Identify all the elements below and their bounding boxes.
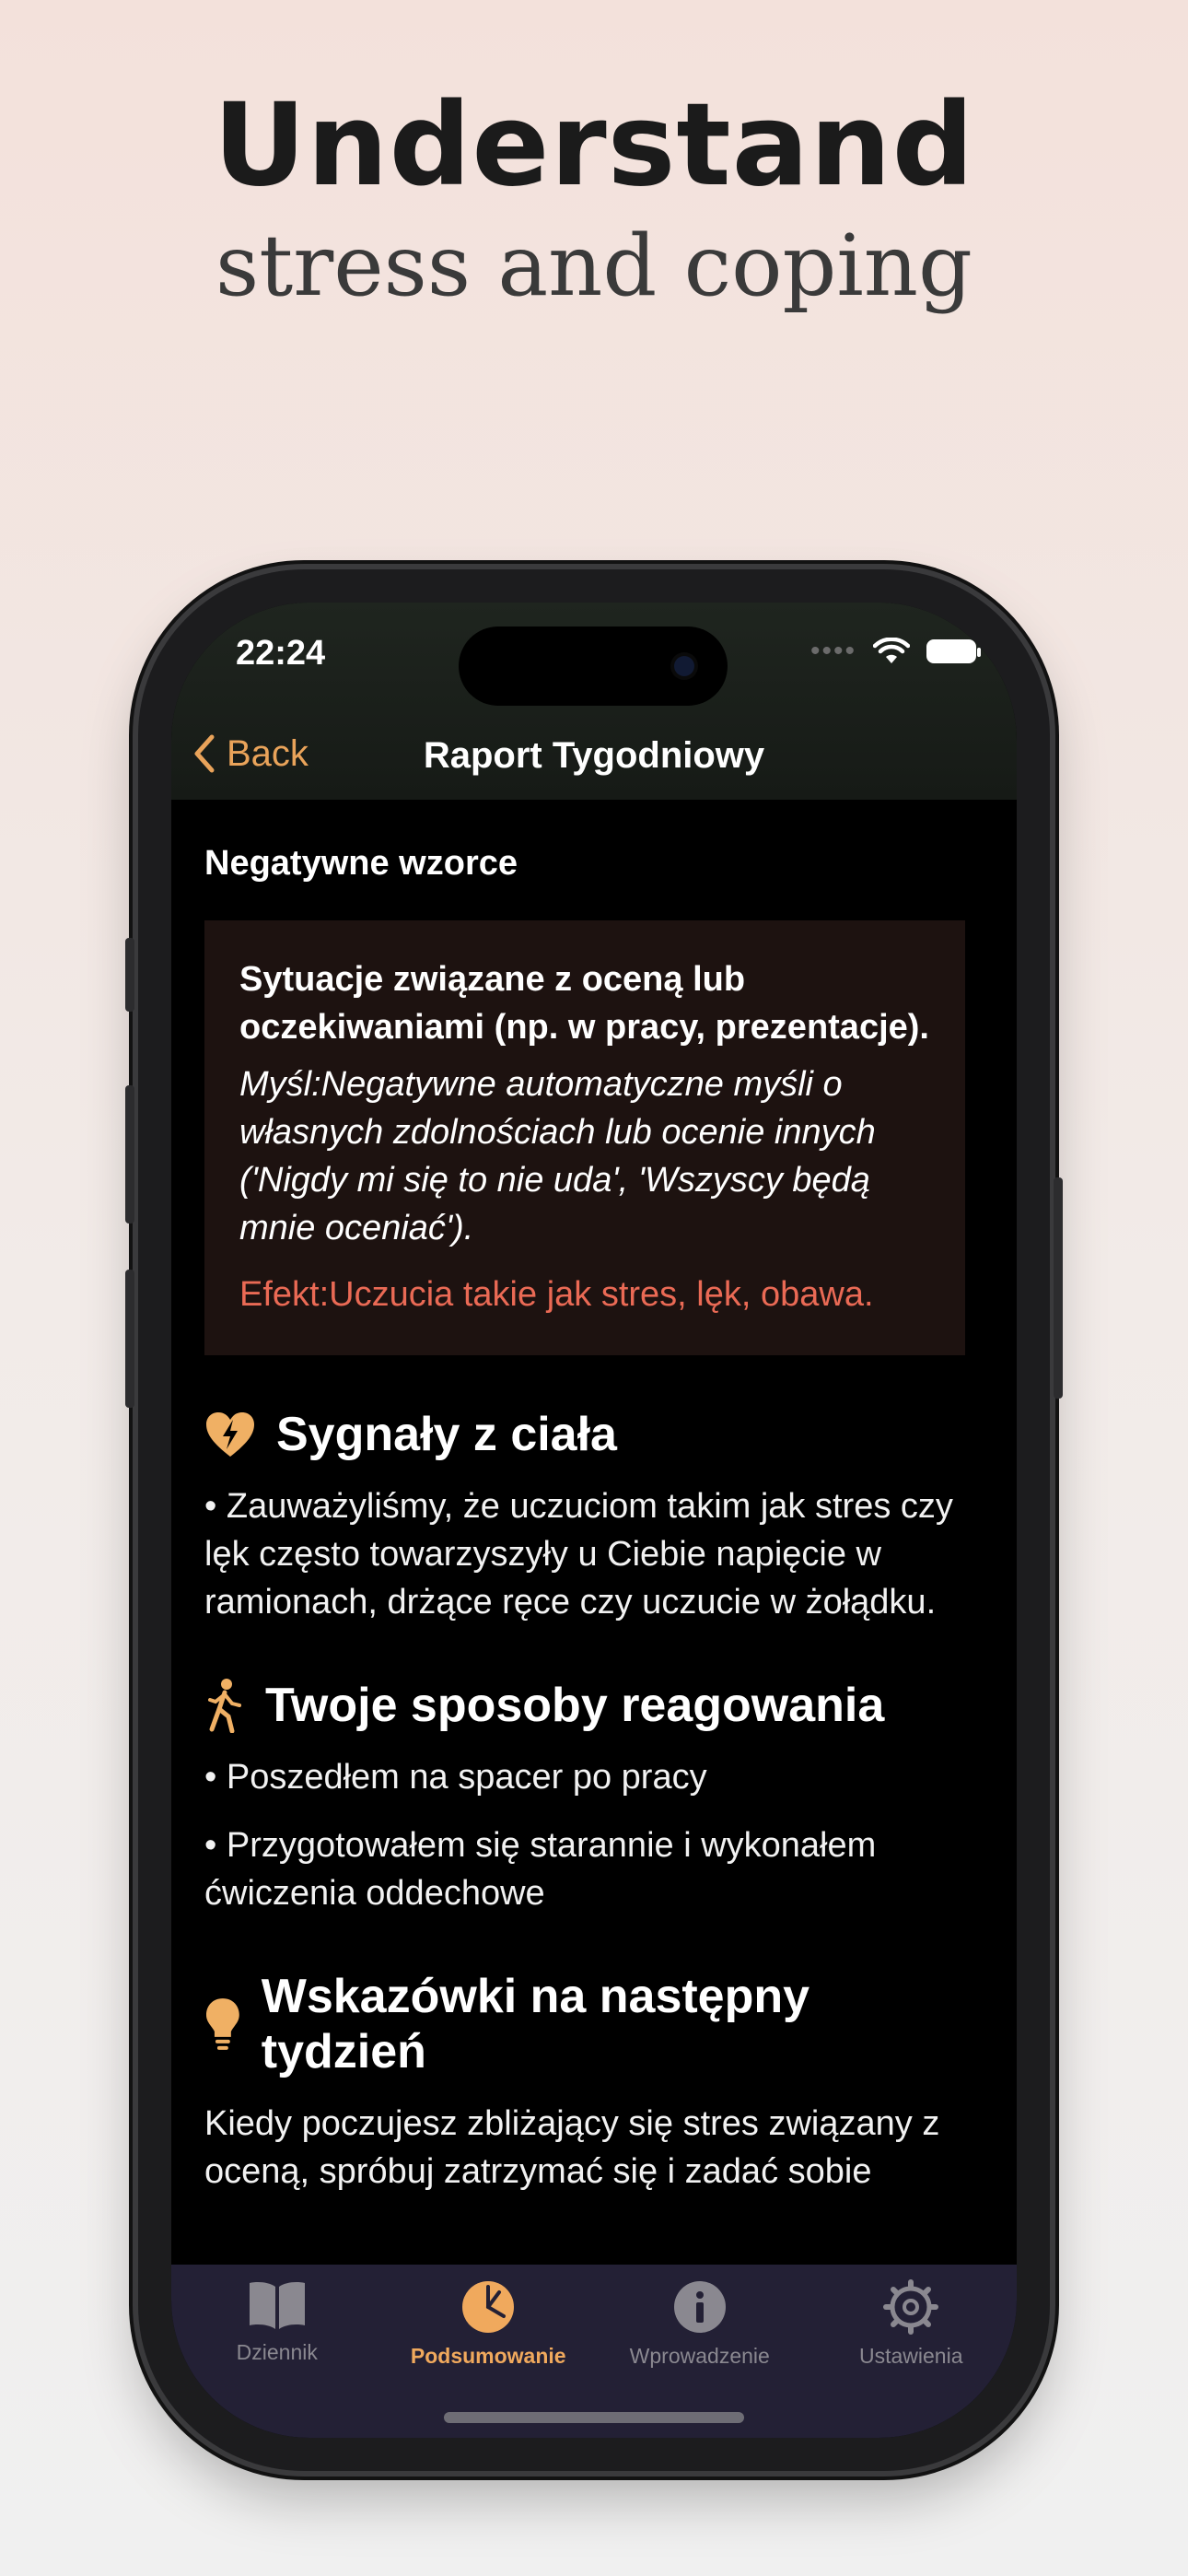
heart-bolt-icon [206,1412,254,1457]
signal-dots-icon: •••• [809,636,856,666]
hero-subtitle: stress and coping [215,217,973,315]
walking-figure-icon [208,1679,241,1733]
coping-header: Twoje sposoby reagowania [204,1678,984,1733]
pattern-effect: Efekt:Uczucia takie jak stres, lęk, obaw… [239,1275,874,1314]
hero-title: Understand [213,79,975,212]
coping-heading: Twoje sposoby reagowania [265,1679,885,1732]
pattern-card: Sytuacje związane z oceną lub oczekiwani… [204,920,965,1355]
status-icons: •••• [809,636,981,667]
body-signals-header: Sygnały z ciała [204,1407,984,1462]
tips-heading: Wskazówki na następny tydzień [261,1970,810,2078]
tab-dziennik[interactable]: Dziennik [171,2279,383,2438]
tips-text: Kiedy poczujesz zbliżający się stres zwi… [204,2104,940,2191]
tips-header: Wskazówki na następny tydzień [204,1969,984,2079]
volume-down-button [125,1270,134,1408]
tab-label: Wprowadzenie [629,2344,770,2368]
book-icon [249,2282,305,2329]
body-signals-text: • Zauważyliśmy, że uczuciom takim jak st… [204,1487,953,1622]
tab-label: Ustawienia [859,2344,963,2368]
info-icon [673,2281,726,2333]
status-time: 22:24 [236,634,326,673]
wifi-icon [873,638,910,663]
action-button [125,938,134,1012]
phone-screen: 22:24 •••• Back Raport Tygodniowy Negaty… [171,603,1017,2438]
navigation-bar: Back Raport Tygodniowy [171,722,1017,800]
power-button [1054,1177,1063,1399]
pattern-thought: Myśl:Negatywne automatyczne myśli o włas… [239,1065,876,1247]
camera-icon [674,656,694,676]
negative-patterns-label: Negatywne wzorce [204,844,518,883]
home-indicator[interactable] [444,2412,744,2423]
page-title: Raport Tygodniowy [423,735,765,776]
report-content[interactable]: Negatywne wzorce Sytuacje związane z oce… [171,800,1017,2265]
top-bar: 22:24 •••• Back Raport Tygodniowy [171,603,1017,800]
pie-chart-icon [462,2281,515,2333]
lightbulb-icon [205,1998,239,2050]
body-signals-heading: Sygnały z ciała [276,1408,617,1461]
hero: Understand stress and coping [0,81,1188,317]
coping-item: • Poszedłem na spacer po pracy [204,1758,707,1797]
pattern-situation: Sytuacje związane z oceną lub oczekiwani… [239,960,929,1047]
battery-icon [926,639,981,663]
volume-up-button [125,1085,134,1224]
dynamic-island [459,626,728,706]
tab-label: Podsumowanie [410,2344,566,2368]
gear-icon [883,2279,939,2335]
phone-frame: 22:24 •••• Back Raport Tygodniowy Negaty… [125,569,1063,2471]
coping-item: • Przygotowałem się starannie i wykonałe… [204,1826,877,1913]
tab-ustawienia[interactable]: Ustawienia [806,2279,1018,2438]
tab-label: Dziennik [236,2340,318,2364]
